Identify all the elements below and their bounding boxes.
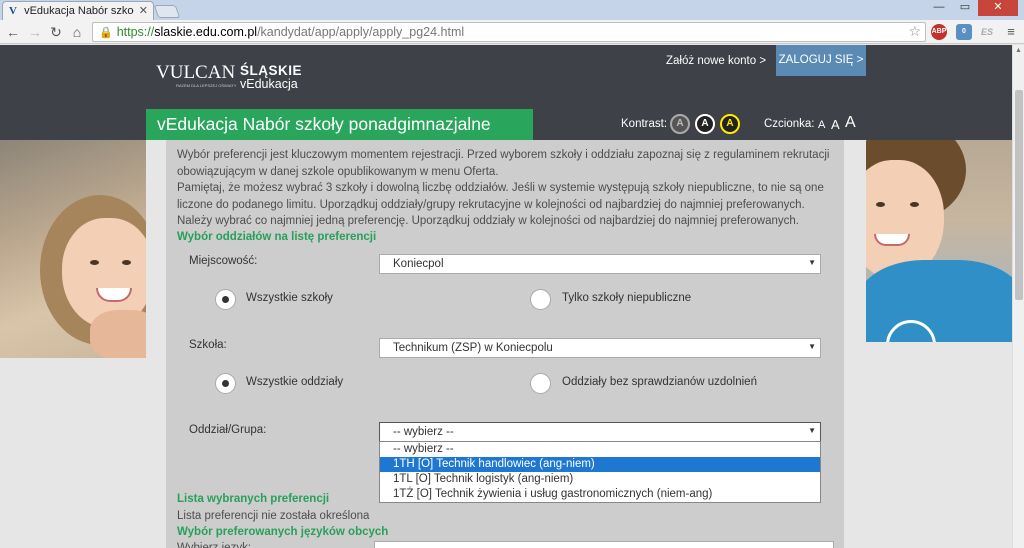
font-large-button[interactable]: A bbox=[845, 114, 856, 132]
vulcan-logo[interactable]: VULCAN bbox=[156, 62, 235, 84]
dropdown-option-highlighted[interactable]: 1TH [O] Technik handlowiec (ang-niem) bbox=[380, 457, 820, 472]
shirt bbox=[866, 260, 1012, 342]
forward-arrow-icon[interactable]: → bbox=[26, 23, 44, 41]
intro-paragraph-1: Wybór preferencji jest kluczowym momente… bbox=[177, 149, 830, 178]
window-close-icon[interactable]: ✕ bbox=[978, 0, 1018, 16]
browser-toolbar: ← → ↻ ⌂ 🔒 https://slaskie.edu.com.pl/kand… bbox=[0, 20, 1024, 44]
extension-counter-icon[interactable]: 0 bbox=[956, 24, 972, 40]
url-path: /kandydat/app/apply/apply_pg24.html bbox=[257, 25, 465, 39]
page-scrollbar[interactable]: ▲ bbox=[1012, 45, 1024, 548]
radio-classes-no-tests-label[interactable]: Oddziały bez sprawdzianów uzdolnień bbox=[562, 376, 757, 388]
section-title-languages: Wybór preferowanych języków obcych bbox=[177, 526, 389, 538]
tab-title: vEdukacja Nabór szkoły p bbox=[24, 5, 134, 17]
radio-classes-no-tests[interactable] bbox=[530, 373, 551, 394]
intro-paragraph-3: Należy wybrać co najmniej jedną preferen… bbox=[177, 215, 799, 227]
reload-icon[interactable]: ↻ bbox=[47, 23, 65, 41]
city-select[interactable]: Koniecpol ▼ bbox=[379, 254, 821, 274]
app-title-bar: vEdukacja Nabór szkoły ponadgimnazjalne … bbox=[0, 109, 1012, 140]
dropdown-option[interactable]: 1TL [O] Technik logistyk (ang-niem) bbox=[380, 472, 820, 487]
window-controls: — ▭ ✕ bbox=[926, 0, 1018, 16]
site-header: VULCAN RAZEM DLA LEPSZEJ OŚWIATY ŚLĄSKIE… bbox=[0, 45, 1012, 109]
vulcan-favicon-icon: V bbox=[9, 5, 17, 17]
main-content: Wybór preferencji jest kluczowym momente… bbox=[166, 140, 844, 548]
intro-paragraph-2: Pamiętaj, że możesz wybrać 3 szkoły i do… bbox=[177, 182, 824, 211]
student-photo-left bbox=[0, 140, 146, 358]
maximize-icon[interactable]: ▭ bbox=[952, 0, 978, 16]
school-select[interactable]: Technikum (ZSP) w Koniecpolu ▼ bbox=[379, 338, 821, 358]
dropdown-option[interactable]: -- wybierz -- bbox=[380, 442, 820, 457]
school-select-value: Technikum (ZSP) w Koniecpolu bbox=[393, 342, 553, 354]
font-medium-button[interactable]: A bbox=[831, 117, 840, 132]
menu-icon[interactable]: ≡ bbox=[1002, 23, 1020, 41]
contrast-yellow-button[interactable]: A bbox=[720, 114, 740, 134]
font-size-label: Czcionka: bbox=[764, 118, 815, 130]
home-icon[interactable]: ⌂ bbox=[68, 23, 86, 41]
group-select-value: -- wybierz -- bbox=[393, 426, 454, 438]
chevron-down-icon: ▼ bbox=[808, 258, 816, 267]
create-account-link[interactable]: Załóż nowe konto > bbox=[666, 55, 766, 67]
city-label: Miejscowość: bbox=[189, 255, 258, 267]
browser-tab-bar: V vEdukacja Nabór szkoły p ✕ — ▭ ✕ bbox=[0, 0, 1024, 20]
bookmark-star-icon[interactable]: ☆ bbox=[908, 23, 921, 40]
contrast-high-button[interactable]: A bbox=[695, 114, 715, 134]
radio-all-classes-label[interactable]: Wszystkie oddziały bbox=[246, 376, 343, 388]
chevron-down-icon: ▼ bbox=[808, 426, 816, 435]
radio-all-schools[interactable] bbox=[215, 289, 236, 310]
font-small-button[interactable]: A bbox=[818, 119, 825, 131]
school-label: Szkoła: bbox=[189, 339, 227, 351]
vulcan-logo-tagline: RAZEM DLA LEPSZEJ OŚWIATY bbox=[176, 83, 237, 88]
product-logo: vEdukacja bbox=[240, 77, 298, 91]
group-dropdown-list: -- wybierz -- 1TH [O] Technik handlowiec… bbox=[379, 441, 821, 503]
scroll-up-icon[interactable]: ▲ bbox=[1015, 47, 1022, 54]
url-host: slaskie.edu.com.pl bbox=[154, 25, 258, 39]
tab-close-icon[interactable]: ✕ bbox=[139, 4, 148, 17]
minimize-icon[interactable]: — bbox=[926, 0, 952, 16]
page-title: vEdukacja Nabór szkoły ponadgimnazjalne bbox=[146, 109, 533, 140]
browser-tab[interactable]: V vEdukacja Nabór szkoły p ✕ bbox=[2, 1, 154, 20]
login-button[interactable]: ZALOGUJ SIĘ > bbox=[776, 45, 866, 76]
url-scheme: https:// bbox=[116, 25, 155, 39]
new-tab-button[interactable] bbox=[153, 5, 181, 18]
scrollbar-thumb[interactable] bbox=[1015, 90, 1023, 300]
contrast-label: Kontrast: bbox=[621, 118, 668, 130]
group-label: Oddział/Grupa: bbox=[189, 424, 267, 436]
section-title-selected-preferences: Lista wybranych preferencji bbox=[177, 493, 330, 505]
selected-preferences-empty: Lista preferencji nie została określona bbox=[177, 510, 370, 522]
radio-nonpublic-schools-label[interactable]: Tylko szkoły niepubliczne bbox=[562, 292, 691, 304]
lock-icon: 🔒 bbox=[99, 27, 113, 39]
chevron-down-icon: ▼ bbox=[808, 342, 816, 351]
contrast-normal-button[interactable]: A bbox=[670, 114, 690, 134]
radio-all-classes[interactable] bbox=[215, 373, 236, 394]
adblock-icon[interactable]: ABP bbox=[931, 24, 947, 40]
language-select[interactable] bbox=[374, 541, 834, 548]
radio-nonpublic-schools[interactable] bbox=[530, 289, 551, 310]
es-extension-icon[interactable]: ES bbox=[979, 24, 995, 40]
address-bar[interactable]: 🔒 https://slaskie.edu.com.pl/kandydat/app… bbox=[92, 22, 926, 42]
radio-all-schools-label[interactable]: Wszystkie szkoły bbox=[246, 292, 333, 304]
region-logo: ŚLĄSKIE bbox=[240, 63, 303, 78]
group-select[interactable]: -- wybierz -- ▼ bbox=[379, 422, 821, 442]
back-arrow-icon[interactable]: ← bbox=[4, 23, 22, 41]
section-title-preferences: Wybór oddziałów na listę preferencji bbox=[177, 231, 377, 243]
student-photo-right bbox=[866, 140, 1012, 342]
dropdown-option[interactable]: 1TŻ [O] Technik żywienia i usług gastron… bbox=[380, 487, 820, 502]
city-select-value: Koniecpol bbox=[393, 258, 444, 270]
hand bbox=[90, 310, 146, 358]
